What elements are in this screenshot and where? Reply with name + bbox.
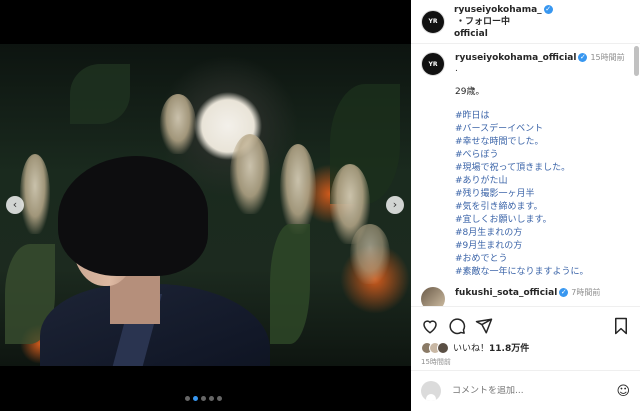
header-username[interactable]: ryuseiyokohama_ ✓・フォロー中 official [454, 4, 554, 40]
comment-input[interactable] [452, 386, 617, 396]
bookmark-icon [615, 317, 627, 335]
hashtag[interactable]: #気を引き締めます。 [455, 201, 630, 214]
carousel-dot[interactable] [201, 396, 206, 401]
post-actions: いいね！11.8万件 15時間前 [411, 306, 640, 367]
hashtag[interactable]: #幸せな時間でした。 [455, 136, 630, 149]
carousel-prev-button[interactable]: ‹ [6, 196, 24, 214]
share-icon [475, 318, 493, 334]
carousel-next-button[interactable]: › [386, 196, 404, 214]
caption-dot: . [455, 64, 458, 74]
save-button[interactable] [612, 317, 630, 335]
hashtag[interactable]: #バースデーイベント [455, 123, 630, 136]
add-comment-bar: ☺ [411, 370, 640, 411]
avatar [421, 381, 441, 401]
hashtag[interactable]: #べらぼう [455, 149, 630, 162]
verified-icon: ✓ [578, 53, 588, 62]
caption-age: 29歳。 [455, 87, 485, 97]
comments-scrollbar[interactable] [634, 46, 639, 76]
hashtag[interactable]: #おめでとう [455, 253, 630, 266]
carousel-dot[interactable] [217, 396, 222, 401]
caption-hashtags: #昨日は #バースデーイベント #幸せな時間でした。 #べらぼう #現場で祝って… [455, 110, 630, 279]
caption-time: 15時間前 [590, 53, 625, 62]
share-button[interactable] [475, 317, 493, 335]
carousel-dot[interactable] [185, 396, 190, 401]
likes-summary[interactable]: いいね！11.8万件 [421, 341, 630, 354]
avatar [437, 341, 449, 354]
post-photo [0, 44, 411, 366]
comments-list[interactable]: YR ryuseiyokohama_official ✓ 15時間前 . 29歳。 … [411, 44, 640, 306]
emoji-icon[interactable]: ☺ [616, 384, 630, 399]
carousel-dot-active[interactable] [193, 396, 198, 401]
post-time: 15時間前 [421, 358, 451, 366]
hashtag[interactable]: #8月生まれの方 [455, 227, 630, 240]
like-button[interactable] [421, 317, 439, 335]
comment-icon [449, 318, 466, 335]
hashtag[interactable]: #ありがた山 [455, 175, 630, 188]
verified-icon: ✓ [559, 288, 569, 297]
hashtag[interactable]: #宜しくお願いします。 [455, 214, 630, 227]
comment-item: fukushi_sota_official ✓ 7時間前 [411, 279, 640, 306]
heart-icon [423, 320, 437, 334]
avatar[interactable] [421, 287, 445, 306]
verified-icon: ✓ [543, 4, 553, 14]
caption: YR ryuseiyokohama_official ✓ 15時間前 . 29歳。 … [411, 44, 640, 279]
post-header: YR ryuseiyokohama_ ✓・フォロー中 official [411, 0, 640, 44]
hashtag[interactable]: #昨日は [455, 110, 630, 123]
hashtag[interactable]: #素敵な一年になりますように。 [455, 266, 630, 279]
hashtag[interactable]: #残り撮影一ヶ月半 [455, 188, 630, 201]
hashtag[interactable]: #現場で祝って頂きました。 [455, 162, 630, 175]
comment-username[interactable]: fukushi_sota_official [455, 288, 557, 298]
chevron-right-icon: › [392, 198, 398, 211]
chevron-left-icon: ‹ [12, 198, 18, 211]
comment-time: 7時間前 [571, 288, 601, 297]
carousel-dots [185, 396, 222, 401]
hashtag[interactable]: #9月生まれの方 [455, 240, 630, 253]
avatar[interactable]: YR [421, 9, 445, 34]
person-hair [58, 156, 208, 276]
caption-username[interactable]: ryuseiyokohama_official [455, 53, 576, 63]
comment-button[interactable] [448, 317, 466, 335]
likes-count: 11.8万件 [489, 344, 530, 354]
carousel-dot[interactable] [209, 396, 214, 401]
post-media[interactable]: ‹ › [0, 0, 411, 411]
follow-status[interactable]: ・フォロー中 [456, 17, 510, 27]
avatar[interactable]: YR [421, 52, 445, 76]
post-sidebar: YR ryuseiyokohama_ ✓・フォロー中 official YR ry… [411, 0, 640, 411]
